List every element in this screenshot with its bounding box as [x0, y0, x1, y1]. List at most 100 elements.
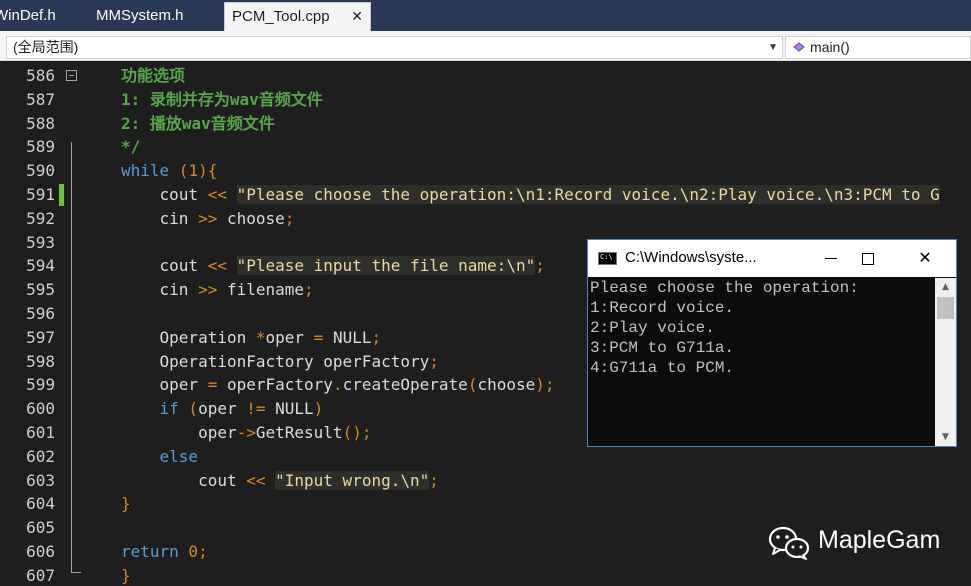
chevron-down-icon[interactable]: ▼ [768, 37, 778, 58]
code-text: } [121, 564, 131, 586]
console-scrollbar[interactable]: ▲ ▼ [935, 278, 956, 446]
code-text: } [121, 492, 131, 516]
code-line[interactable]: 591 cout << "Please choose the operation… [0, 183, 971, 207]
scroll-down-icon[interactable]: ▼ [935, 428, 956, 446]
code-text: cout << "Input wrong.\n"; [121, 469, 439, 493]
code-token: cin [121, 208, 189, 228]
tab-mmsystem-h[interactable]: MMSystem.h [96, 2, 216, 31]
code-line[interactable]: 602 else [0, 445, 971, 469]
code-token: != [236, 399, 276, 419]
code-line[interactable]: 603 cout << "Input wrong.\n"; [0, 469, 971, 493]
console-titlebar[interactable]: C:\ C:\Windows\syste... ✕ [588, 240, 956, 277]
code-token: ; [284, 208, 295, 228]
code-token: NULL [332, 327, 372, 347]
scroll-up-icon[interactable]: ▲ [935, 278, 956, 296]
console-line: 4:G711a to PCM. [590, 359, 735, 377]
console-line: 1:Record voice. [590, 299, 735, 317]
code-token: cout [121, 185, 199, 204]
code-text: OperationFactory operFactory; [121, 350, 439, 374]
line-number: 593 [26, 232, 55, 252]
code-token: ; [371, 327, 382, 347]
code-text: oper = operFactory.createOperate(choose)… [121, 373, 555, 397]
code-token: ; [198, 542, 208, 561]
code-token: return [121, 542, 179, 561]
tab-windef-h[interactable]: WinDef.h [0, 2, 74, 31]
navigation-bar: (全局范围) ▼ main() [0, 34, 971, 61]
code-line[interactable]: 587 1: 录制并存为wav音频文件 [0, 88, 971, 112]
console-app-icon: C:\ [598, 252, 617, 265]
close-tab-icon[interactable]: ✕ [351, 3, 363, 30]
code-token: if [121, 399, 179, 419]
line-number: 606 [26, 542, 55, 561]
code-text: 功能选项 [121, 64, 185, 88]
minimize-button[interactable] [816, 245, 846, 271]
code-token: 1 [188, 161, 199, 181]
code-token: createOperate [342, 375, 468, 395]
line-number: 596 [26, 304, 55, 323]
minimize-icon [825, 258, 837, 259]
scope-dropdown[interactable]: (全局范围) ▼ [6, 36, 783, 59]
code-line[interactable]: 589 */ [0, 135, 971, 159]
code-token: -> [236, 423, 256, 442]
code-line[interactable]: 592 cin >> choose; [0, 207, 971, 231]
code-text: return 0; [121, 540, 208, 564]
code-token: Operation [121, 327, 247, 347]
code-text: if (oper != NULL) [121, 397, 324, 421]
code-line[interactable]: 607} [0, 564, 971, 586]
console-window-title: C:\Windows\syste... [625, 249, 757, 266]
code-line[interactable]: 604} [0, 492, 971, 516]
code-token: 1: 录制并存为wav音频文件 [121, 89, 323, 109]
line-number: 603 [26, 470, 55, 490]
code-token: << [236, 470, 276, 490]
code-line[interactable]: 590 while (1){ [0, 159, 971, 183]
code-token: oper [121, 423, 237, 442]
scroll-thumb[interactable] [937, 297, 954, 319]
maximize-button[interactable] [853, 245, 883, 271]
code-token: ; [304, 280, 314, 300]
line-number: 598 [26, 351, 55, 371]
code-token: cout [121, 256, 199, 276]
maximize-icon [862, 252, 874, 265]
code-text: cout << "Please choose the operation:\n1… [121, 183, 940, 207]
tab-pcm-tool-cpp-label: PCM_Tool.cpp [232, 8, 330, 25]
code-token: choose [477, 375, 536, 395]
code-token: oper [265, 327, 305, 347]
code-line[interactable]: 588 2: 播放wav音频文件 [0, 112, 971, 136]
member-dropdown-value: main() [810, 39, 850, 55]
code-token: ( [178, 399, 199, 419]
code-token: << [198, 256, 237, 276]
code-line[interactable]: 586 功能选项 [0, 64, 971, 88]
tab-pcm-tool-cpp[interactable]: PCM_Tool.cpp ✕ [224, 2, 371, 31]
code-token: ) [313, 399, 324, 419]
code-token: >> [188, 280, 227, 300]
close-icon: ✕ [918, 248, 932, 267]
code-token: cout [121, 470, 237, 490]
close-button[interactable]: ✕ [910, 245, 940, 271]
code-text: */ [121, 135, 140, 159]
console-window[interactable]: C:\ C:\Windows\syste... ✕ Please choose … [587, 239, 957, 447]
line-number: 590 [26, 161, 55, 181]
code-token: ){ [198, 161, 218, 181]
code-text: 2: 播放wav音频文件 [121, 112, 275, 136]
code-token: filename [226, 280, 305, 300]
code-token: ; [429, 470, 439, 490]
code-token: cin [121, 280, 189, 300]
document-tab-bar: WinDef.h MMSystem.h PCM_Tool.cpp ✕ [0, 0, 971, 31]
code-token: "Please input the file name:\n" [236, 256, 536, 276]
line-number: 589 [26, 137, 55, 157]
line-number: 592 [26, 208, 55, 228]
line-number: 586 [26, 66, 55, 85]
member-dropdown[interactable]: main() [785, 36, 971, 59]
line-number: 594 [26, 256, 55, 276]
line-number: 597 [26, 327, 55, 347]
line-number: 599 [26, 375, 55, 395]
collapse-outline-icon[interactable] [66, 70, 77, 81]
code-text: Operation *oper = NULL; [121, 326, 382, 350]
line-number: 595 [26, 280, 55, 300]
code-token: "Please choose the operation:\n1:Record … [236, 185, 940, 204]
code-token: ( [169, 161, 189, 181]
console-output: Please choose the operation: 1:Record vo… [588, 278, 936, 446]
code-text: cin >> choose; [121, 207, 295, 231]
line-number: 604 [26, 494, 55, 514]
console-line: 2:Play voice. [590, 319, 715, 337]
